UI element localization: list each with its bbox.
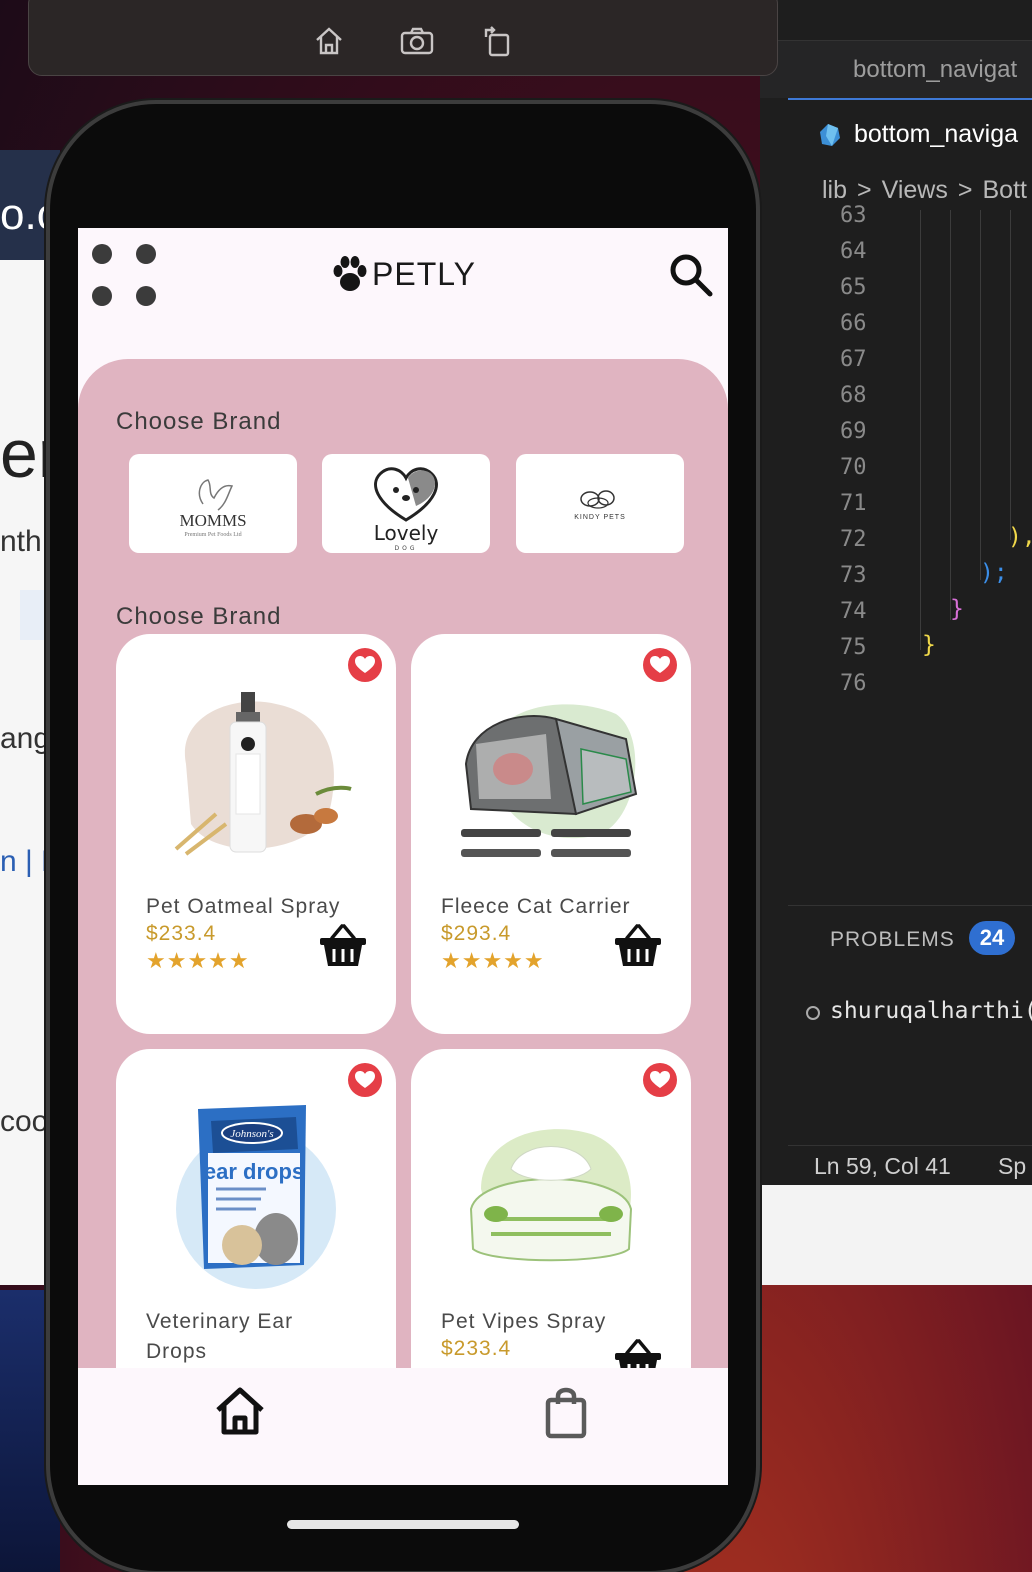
brand-card-lovely-dog[interactable]: Lovely DOG xyxy=(322,454,490,553)
product-name: Pet Oatmeal Spray xyxy=(146,895,341,918)
line-number: 72 xyxy=(840,527,867,552)
product-card[interactable]: Pet Oatmeal Spray $233.4 ★★★★★ xyxy=(116,634,396,1034)
browser-text-fragment: coo xyxy=(0,1105,49,1138)
product-image-oatmeal-spray xyxy=(174,692,352,856)
line-number: 66 xyxy=(840,311,867,336)
product-rating-stars: ★★★★★ xyxy=(441,948,545,973)
indent-guide xyxy=(920,210,921,650)
lovely-dog-logo: Lovely DOG xyxy=(374,466,439,552)
line-number: 75 xyxy=(840,635,867,660)
bottom-navigation xyxy=(78,1368,728,1485)
svg-text:KINDY PETS: KINDY PETS xyxy=(574,514,626,521)
product-price: $233.4 xyxy=(441,1337,512,1360)
indent-guide xyxy=(1010,210,1011,540)
editor-active-tab-label: bottom_naviga xyxy=(854,120,1019,148)
simulator-toolbar xyxy=(28,0,778,76)
problems-tab[interactable]: PROBLEMS xyxy=(830,928,955,952)
product-price: $233.4 xyxy=(146,922,217,945)
line-number: 73 xyxy=(840,563,867,588)
home-icon[interactable] xyxy=(311,23,347,59)
background-window-area xyxy=(760,1185,1032,1285)
line-number: 70 xyxy=(840,455,867,480)
app-brand-name: PETLY xyxy=(372,255,476,292)
indentation-status[interactable]: Sp xyxy=(998,1153,1026,1180)
products-section-title: Choose Brand xyxy=(116,603,282,630)
brands-section-title: Choose Brand xyxy=(116,408,282,435)
breadcrumb-separator: > xyxy=(857,176,872,204)
line-number: 63 xyxy=(840,203,867,228)
more-actions-icon[interactable]: ··· xyxy=(760,118,762,149)
svg-text:MOMMS: MOMMS xyxy=(179,511,246,530)
product-image-cat-carrier xyxy=(461,704,638,857)
kindy-pets-logo: KINDY PETS xyxy=(574,489,626,521)
menu-grid-icon[interactable] xyxy=(92,244,162,314)
line-number: 67 xyxy=(840,347,867,372)
momms-logo: MOMMS Premium Pet Foods Ltd xyxy=(179,478,247,538)
rotate-icon[interactable] xyxy=(479,23,515,59)
cart-basket-icon[interactable] xyxy=(613,924,663,970)
browser-text-fragment: ang xyxy=(0,722,51,755)
product-price: $293.4 xyxy=(441,922,512,945)
paw-icon xyxy=(333,256,367,291)
app-screen: PETLY Choose Brand MOMMS Premium Pet Foo… xyxy=(78,228,728,1485)
product-image-ear-drops: Johnson's ear drops xyxy=(176,1105,336,1289)
code-token: ), xyxy=(1008,524,1032,550)
product-rating-stars: ★★★★★ xyxy=(146,948,250,973)
breadcrumb: lib > Views > Bott xyxy=(822,176,1032,205)
line-number: 64 xyxy=(840,239,867,264)
breadcrumb-separator: > xyxy=(957,176,973,204)
shopping-bag-icon[interactable] xyxy=(538,1384,594,1440)
code-editor-window: bottom_navigat bottom_naviga ··· lib > Vie… xyxy=(760,0,1032,1185)
line-number: 71 xyxy=(840,491,867,516)
code-token: } xyxy=(950,596,964,622)
breadcrumb-item[interactable]: lib xyxy=(822,176,847,204)
svg-text:Premium Pet Foods Ltd: Premium Pet Foods Ltd xyxy=(184,532,241,538)
indent-guide xyxy=(980,210,981,580)
line-number: 76 xyxy=(840,671,867,696)
browser-text-fragment: nth xyxy=(0,525,42,558)
product-card[interactable]: Fleece Cat Carrier $293.4 ★★★★★ xyxy=(411,634,691,1034)
cart-basket-icon[interactable] xyxy=(318,924,368,970)
product-name: Veterinary Ear Drops xyxy=(146,1310,294,1363)
home-nav-icon[interactable] xyxy=(212,1384,268,1440)
product-name: Fleece Cat Carrier xyxy=(441,895,631,918)
line-number: 69 xyxy=(840,419,867,444)
line-number: 68 xyxy=(840,383,867,408)
search-icon[interactable] xyxy=(668,252,714,298)
product-name: Pet Vipes Spray xyxy=(441,1310,607,1333)
brand-card-momms[interactable]: MOMMS Premium Pet Foods Ltd xyxy=(129,454,297,553)
product-image-pet-wipes xyxy=(469,1129,633,1262)
home-indicator[interactable] xyxy=(287,1520,519,1529)
indent-guide xyxy=(950,210,951,620)
camera-icon[interactable] xyxy=(399,23,435,59)
app-logo: PETLY xyxy=(332,254,476,294)
breadcrumb-item[interactable]: Views xyxy=(882,176,948,204)
brand-card-kindy-pets[interactable]: KINDY PETS xyxy=(516,454,684,553)
cursor-position[interactable]: Ln 59, Col 41 xyxy=(814,1153,951,1180)
terminal-prompt[interactable]: shuruqalharthi( xyxy=(830,998,1032,1024)
svg-text:Johnson's: Johnson's xyxy=(230,1128,273,1140)
line-number: 65 xyxy=(840,275,867,300)
problems-count-badge: 24 xyxy=(969,921,1015,955)
svg-text:DOG: DOG xyxy=(395,545,418,552)
terminal-status-icon xyxy=(806,1006,820,1020)
svg-text:Lovely: Lovely xyxy=(374,521,439,545)
code-token: } xyxy=(922,632,936,658)
svg-text:ear drops: ear drops xyxy=(204,1159,304,1184)
code-token: ); xyxy=(980,560,1008,586)
breadcrumb-item[interactable]: Bott xyxy=(982,176,1026,204)
dart-file-icon xyxy=(820,124,840,146)
editor-tab[interactable]: bottom_navigat xyxy=(853,56,1017,84)
line-number: 74 xyxy=(840,599,867,624)
